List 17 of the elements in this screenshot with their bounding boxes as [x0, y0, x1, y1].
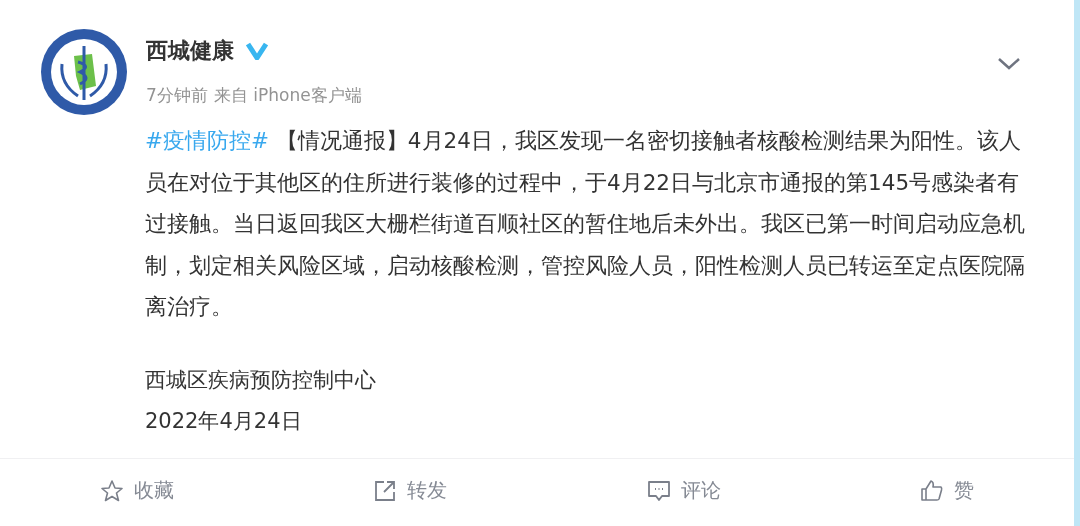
- comment-icon: [646, 478, 671, 503]
- star-icon: [99, 478, 124, 503]
- action-button[interactable]: 收藏: [99, 477, 174, 504]
- action-button[interactable]: 评论: [646, 477, 721, 504]
- thumbs-up-icon: [920, 478, 945, 503]
- signature-line: 2022年4月24日: [145, 407, 303, 435]
- action-button[interactable]: 赞: [920, 477, 975, 504]
- share-icon: [373, 478, 398, 503]
- author-name[interactable]: 西城健康: [146, 36, 234, 66]
- post-time: 7分钟前: [146, 84, 208, 107]
- emblem-icon: [40, 28, 128, 116]
- post-source: 来自 iPhone客户端: [213, 84, 362, 107]
- hashtag-link[interactable]: #疫情防控#: [145, 128, 270, 153]
- action-button[interactable]: 转发: [373, 477, 448, 504]
- expand-icon[interactable]: [998, 58, 1020, 70]
- signature-line: 西城区疾病预防控制中心: [145, 366, 377, 394]
- post-text: #疫情防控# 【情况通报】4月24日，我区发现一名密切接触者核酸检测结果为阳性。该人员在对位于其他区的住所进行装修的过程中，于4月22日与北京市通报的第145号感染者有过接触。当日返回我区大栅栏街道百顺社区的暂住地后未外出。我区已第一时间启动应急机制，划定相关风险区域，启动核酸检测，管控风险人员，阳性检测人员已转运至定点医院隔离治疗。: [145, 127, 1026, 321]
